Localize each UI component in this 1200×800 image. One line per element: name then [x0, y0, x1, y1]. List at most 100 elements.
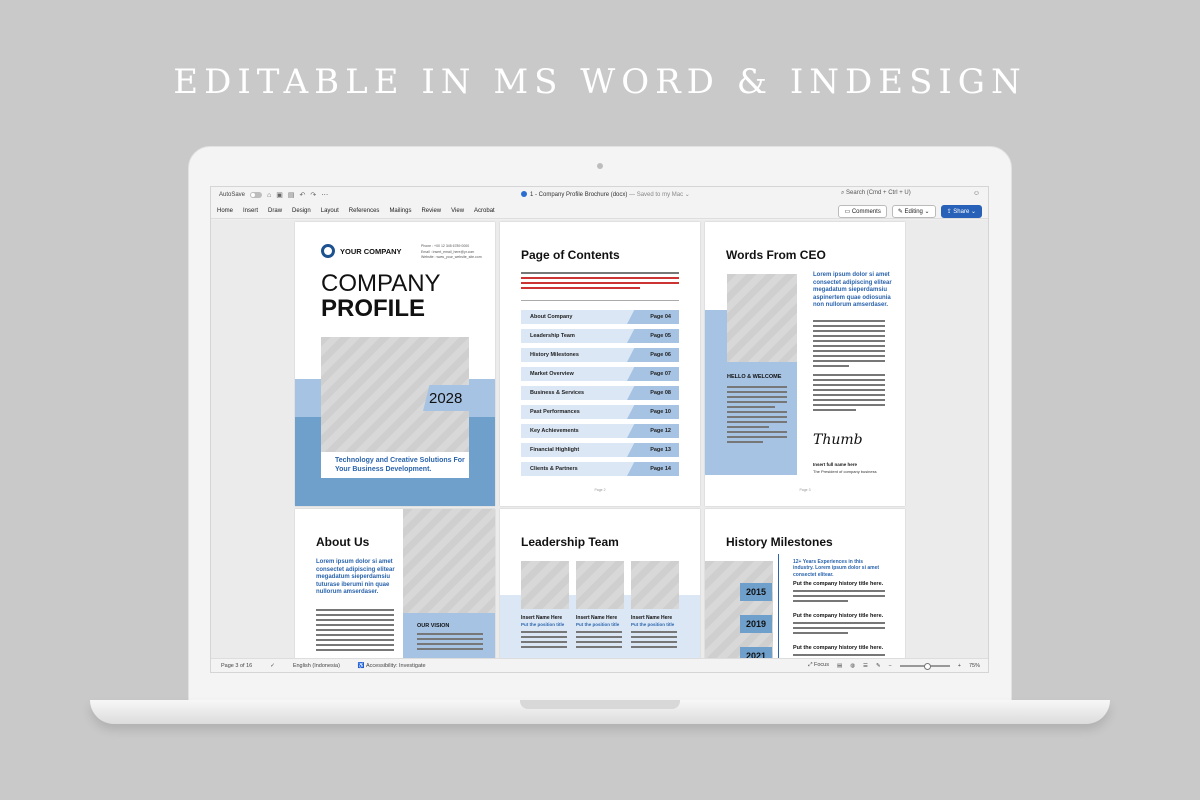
milestone-heading: Put the company history title here.	[793, 613, 884, 619]
share-button[interactable]: ⇪ Share ⌄	[940, 205, 982, 218]
vision-text	[417, 633, 483, 650]
accessibility-indicator[interactable]: ♿ Accessibility: Investigate	[358, 663, 426, 669]
member-position: Put the position title	[576, 622, 620, 627]
ceo-lead: Lorem ipsum dolor si amet consectet adip…	[813, 272, 892, 308]
milestone-year: 2015	[740, 583, 772, 601]
redo-icon[interactable]: ↷	[310, 191, 316, 199]
toc-item[interactable]: Key Achievements Page 12	[521, 424, 679, 438]
tab-references[interactable]: References	[349, 208, 380, 214]
zoom-in-button[interactable]: +	[958, 663, 961, 669]
ceo-position: The President of company business	[813, 469, 877, 474]
history-lead: 12+ Years Experiences in this industry. …	[793, 559, 880, 578]
accessibility-icon: ♿	[357, 662, 365, 669]
document-canvas[interactable]: YOUR COMPANY Phone : +00 12 345 6789 000…	[211, 220, 988, 660]
toc-page[interactable]: Page of Contents About Company Page 04 Le…	[500, 222, 700, 506]
milestone-text	[793, 590, 885, 602]
cover-page[interactable]: YOUR COMPANY Phone : +00 12 345 6789 000…	[295, 222, 495, 506]
ceo-left-text	[727, 386, 787, 443]
toc-item[interactable]: About Company Page 04	[521, 310, 679, 324]
toc-item[interactable]: Leadership Team Page 05	[521, 329, 679, 343]
search-icon: ⌕	[841, 190, 845, 196]
cover-title-line1: COMPANY	[321, 270, 441, 297]
member-bio	[521, 631, 567, 648]
word-window: AutoSave ⌂ ▣ ▤ ↶ ↷ ⋯ 1 - Company Profile…	[210, 186, 989, 673]
ceo-name: Insert full name here	[813, 462, 858, 467]
tab-layout[interactable]: Layout	[321, 208, 339, 214]
autosave-toggle[interactable]	[250, 192, 263, 198]
leadership-page[interactable]: Leadership Team Insert Name Here Put the…	[500, 509, 700, 660]
tab-home[interactable]: Home	[217, 208, 233, 214]
cover-tagline: Technology and Creative Solutions For Yo…	[335, 457, 465, 473]
print-layout-icon[interactable]: ▤	[837, 663, 842, 669]
toc-item[interactable]: Past Performances Page 10	[521, 405, 679, 419]
page-number: Page 3	[799, 488, 811, 492]
outline-view-icon[interactable]: ☰	[863, 663, 868, 669]
focus-button[interactable]: ⤢ Focus	[808, 662, 829, 669]
draft-view-icon[interactable]: ✎	[876, 663, 881, 669]
tab-insert[interactable]: Insert	[243, 208, 258, 214]
search-box[interactable]: ⌕ Search (Cmd + Ctrl + U)	[841, 190, 911, 197]
print-icon[interactable]: ▤	[288, 191, 295, 199]
milestone-heading: Put the company history title here.	[793, 645, 884, 651]
page-indicator[interactable]: Page 3 of 16	[221, 663, 252, 669]
history-page[interactable]: History Milestones 12+ Years Experiences…	[705, 509, 905, 660]
company-logo-icon	[321, 244, 335, 258]
toc-intro-text	[521, 272, 679, 289]
ceo-page[interactable]: Words From CEO HELLO & WELCOME Lorem ips…	[705, 222, 905, 506]
status-bar: Page 3 of 16 ✓ English (Indonesia) ♿ Acc…	[211, 658, 988, 672]
toc-item[interactable]: Clients & Partners Page 14	[521, 462, 679, 476]
zoom-slider[interactable]	[899, 662, 950, 670]
pencil-icon: ✎	[897, 209, 903, 215]
cover-year: 2028	[429, 390, 463, 407]
member-photo-placeholder	[631, 561, 679, 609]
more-icon[interactable]: ⋯	[321, 191, 328, 199]
tab-draw[interactable]: Draw	[268, 208, 282, 214]
member-position: Put the position title	[521, 622, 565, 627]
toc-divider	[521, 300, 679, 301]
ceo-title: Words From CEO	[726, 248, 826, 262]
company-name: YOUR COMPANY	[340, 247, 402, 256]
toc-item[interactable]: Financial Highlight Page 13	[521, 443, 679, 457]
member-photo-placeholder	[576, 561, 624, 609]
language-indicator[interactable]: English (Indonesia)	[293, 663, 340, 669]
page-number: Page 2	[594, 488, 606, 492]
toc-title: Page of Contents	[521, 248, 620, 262]
about-page[interactable]: About Us Lorem ipsum dolor si amet conse…	[295, 509, 495, 660]
profile-icon[interactable]: ☺	[973, 190, 980, 197]
toc-item[interactable]: Business & Services Page 08	[521, 386, 679, 400]
home-icon[interactable]: ⌂	[267, 192, 271, 199]
ceo-signature: Thumb	[813, 432, 863, 448]
about-lead: Lorem ipsum dolor si amet consectet adip…	[316, 559, 395, 595]
tab-acrobat[interactable]: Acrobat	[474, 208, 495, 214]
laptop-notch	[520, 700, 680, 709]
member-bio	[631, 631, 677, 648]
saved-status[interactable]: — Saved to my Mac ⌄	[629, 192, 690, 198]
autosave-label: AutoSave	[219, 192, 246, 198]
tab-review[interactable]: Review	[421, 208, 441, 214]
toc-item[interactable]: Market Overview Page 07	[521, 367, 679, 381]
undo-icon[interactable]: ↶	[300, 191, 306, 199]
zoom-out-button[interactable]: −	[889, 663, 892, 669]
history-image-placeholder	[705, 561, 773, 660]
zoom-level[interactable]: 75%	[969, 663, 980, 669]
document-title: 1 - Company Profile Brochure (docx) — Sa…	[521, 191, 690, 198]
web-layout-icon[interactable]: ◍	[850, 663, 855, 669]
tab-mailings[interactable]: Mailings	[389, 208, 411, 214]
toc-item[interactable]: History Milestones Page 06	[521, 348, 679, 362]
vision-heading: OUR VISION	[417, 623, 450, 629]
focus-icon: ⤢	[808, 662, 813, 668]
tab-design[interactable]: Design	[292, 208, 311, 214]
comment-icon: ▭	[844, 209, 851, 215]
comments-button[interactable]: ▭ Comments	[838, 205, 887, 218]
milestone-text	[793, 622, 885, 634]
cover-contact: Phone : +00 12 345 6789 0000 Email : ins…	[421, 244, 482, 260]
save-icon[interactable]: ▣	[276, 191, 283, 199]
headline: EDITABLE IN MS WORD & INDESIGN	[173, 62, 1027, 102]
timeline-line	[778, 554, 779, 660]
search-placeholder: Search (Cmd + Ctrl + U)	[846, 190, 911, 196]
tab-view[interactable]: View	[451, 208, 464, 214]
ceo-body-text-2	[813, 374, 885, 411]
editing-button[interactable]: ✎ Editing ⌄	[891, 205, 936, 218]
title-bar: AutoSave ⌂ ▣ ▤ ↶ ↷ ⋯ 1 - Company Profile…	[211, 187, 988, 203]
proofing-icon[interactable]: ✓	[270, 663, 275, 669]
